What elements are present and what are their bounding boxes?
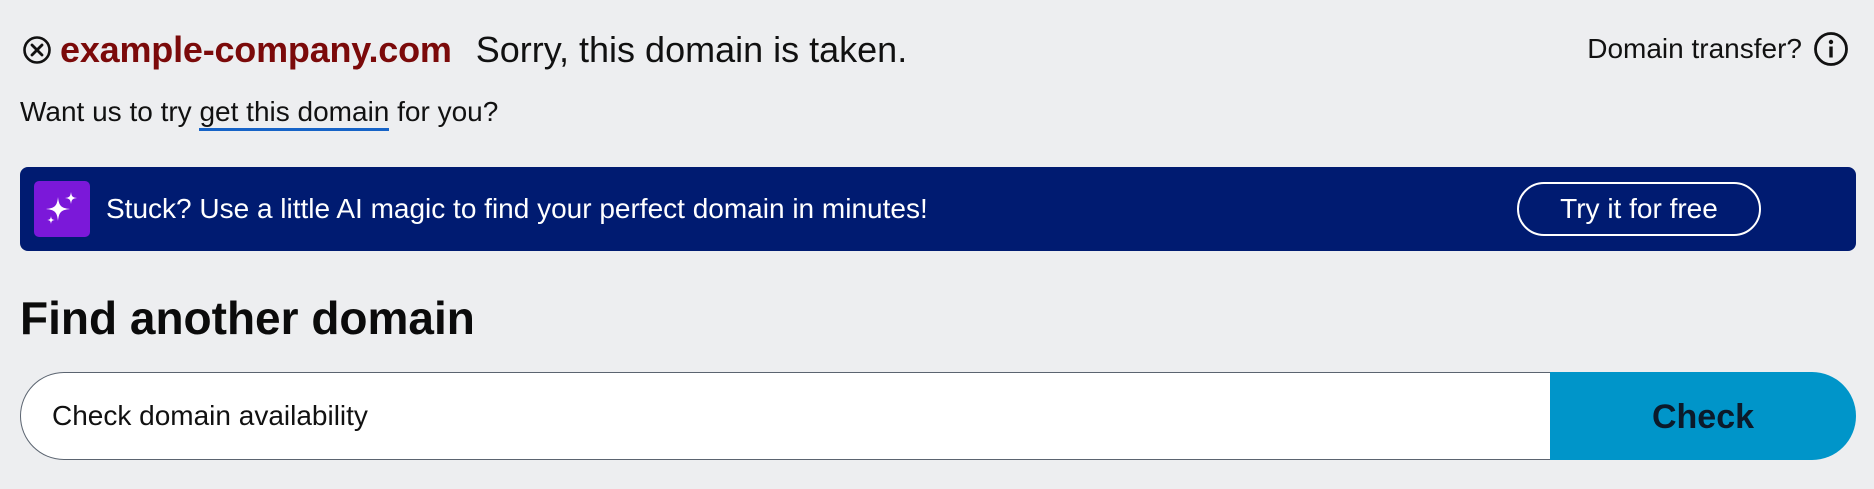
domain-search: Check [20, 372, 1856, 460]
find-another-domain-heading: Find another domain [20, 292, 475, 344]
sparkles-icon [34, 181, 90, 237]
domain-transfer-link[interactable]: Domain transfer? [1587, 26, 1850, 72]
domain-status: example-company.com Sorry, this domain i… [20, 28, 907, 72]
info-icon[interactable] [1812, 30, 1850, 68]
get-this-domain-link[interactable]: get this domain [199, 96, 390, 131]
taken-domain-name: example-company.com [60, 29, 452, 70]
check-button[interactable]: Check [1550, 372, 1856, 460]
help-suffix: for you? [397, 96, 499, 127]
domain-transfer-label: Domain transfer? [1587, 33, 1802, 64]
ai-promo-banner: Stuck? Use a little AI magic to find you… [20, 167, 1856, 251]
domain-taken-message: Sorry, this domain is taken. [475, 29, 908, 70]
domain-search-input[interactable] [20, 372, 1550, 460]
help-prefix: Want us to try [20, 96, 192, 127]
ai-promo-text: Stuck? Use a little AI magic to find you… [106, 193, 928, 224]
try-it-for-free-button[interactable]: Try it for free [1517, 182, 1761, 236]
circle-x-icon [20, 33, 54, 67]
help-line: Want us to try get this domain for you? [20, 94, 499, 131]
